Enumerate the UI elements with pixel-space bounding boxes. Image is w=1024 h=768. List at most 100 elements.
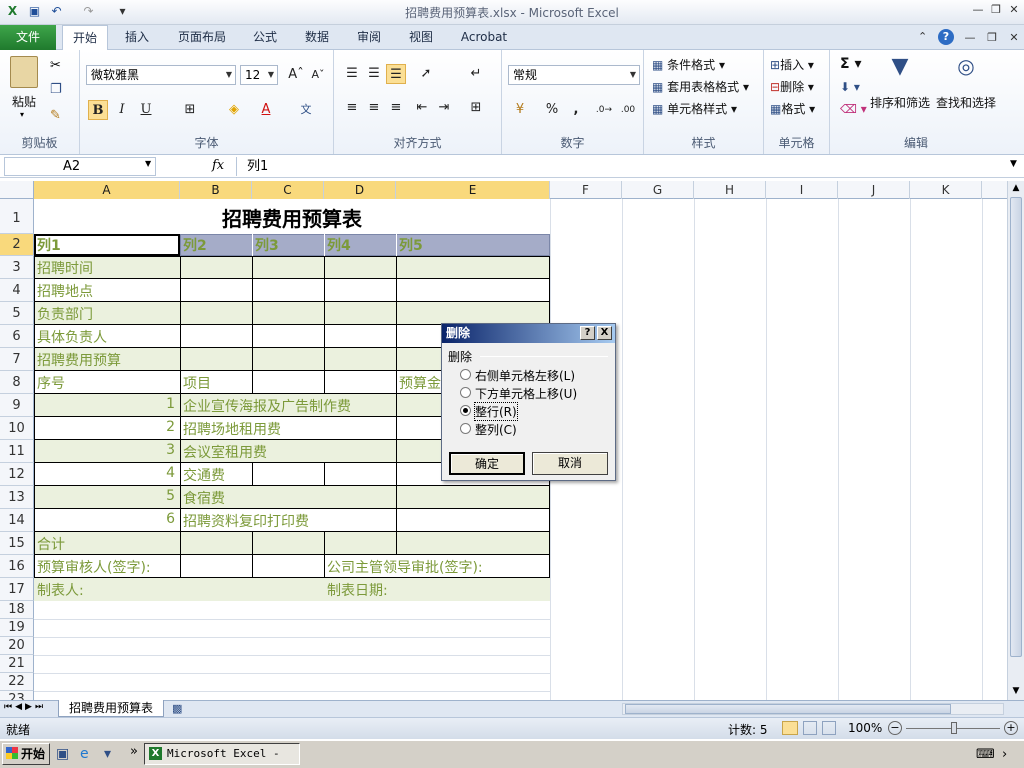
name-box-dropdown-icon[interactable]: ▼ <box>145 159 151 168</box>
item-name[interactable]: 食宿费 <box>180 488 225 508</box>
align-bottom-icon[interactable]: ☰ <box>386 64 406 84</box>
tab-insert[interactable]: 插入 <box>116 25 158 50</box>
label-cell[interactable]: 招聘时间 <box>34 258 93 278</box>
formula-input[interactable]: 列1 <box>236 157 1008 176</box>
grow-font-icon[interactable]: Aˆ <box>286 65 306 85</box>
label-cell[interactable]: 负责部门 <box>34 304 93 324</box>
collapse-ribbon-icon[interactable]: ⌃ <box>918 30 927 43</box>
merge-center-icon[interactable]: ⊞ <box>466 98 486 118</box>
wrap-text-icon[interactable]: ↵ <box>466 64 486 84</box>
help-icon[interactable]: ? <box>938 29 954 45</box>
decrease-indent-icon[interactable]: ⇤ <box>412 98 432 118</box>
restore-button[interactable]: ❐ <box>988 3 1004 17</box>
autosum-button[interactable]: Σ ▾ <box>840 56 861 72</box>
row-header[interactable]: 1 <box>0 199 34 234</box>
row-header[interactable]: 2 <box>0 234 34 256</box>
radio-label-shift-up[interactable]: 下方单元格上移(U) <box>475 385 577 402</box>
shrink-font-icon[interactable]: Aˇ <box>308 65 328 85</box>
scroll-down-icon[interactable]: ▼ <box>1009 684 1023 698</box>
row-header[interactable]: 7 <box>0 348 34 371</box>
row-header[interactable]: 16 <box>0 555 34 578</box>
label-cell[interactable]: 招聘地点 <box>34 281 93 301</box>
row-header[interactable]: 11 <box>0 440 34 463</box>
fill-color-icon[interactable]: ◈ <box>224 100 244 120</box>
tab-data[interactable]: 数据 <box>298 25 336 50</box>
row-header[interactable]: 22 <box>0 673 34 691</box>
tab-formulas[interactable]: 公式 <box>246 25 284 50</box>
header-cell[interactable]: 列3 <box>252 235 279 255</box>
page-break-view-icon[interactable] <box>822 721 836 735</box>
sheet-title[interactable]: 招聘费用预算表 <box>34 203 550 232</box>
row-header[interactable]: 23 <box>0 691 34 700</box>
page-layout-view-icon[interactable] <box>803 721 817 735</box>
item-number[interactable]: 2 <box>34 419 178 435</box>
item-number[interactable]: 6 <box>34 511 178 527</box>
orientation-icon[interactable]: ➚ <box>416 64 436 84</box>
underline-button[interactable]: U <box>136 100 156 120</box>
label-cell[interactable]: 具体负责人 <box>34 327 107 347</box>
header-cell[interactable]: 列4 <box>324 235 351 255</box>
bold-button[interactable]: B <box>88 100 108 120</box>
phonetic-icon[interactable]: 文 <box>296 100 316 120</box>
item-name[interactable]: 会议室租用费 <box>180 442 267 462</box>
horizontal-scrollbar[interactable] <box>622 703 1004 715</box>
total-label[interactable]: 合计 <box>34 534 65 554</box>
excel-task-button[interactable]: Microsoft Excel - ... <box>144 743 300 768</box>
item-name[interactable]: 企业宣传海报及广告制作费 <box>180 396 351 416</box>
increase-decimal-icon[interactable]: .0→ <box>594 100 614 120</box>
delete-cells-button[interactable]: ⊟删除 ▾ <box>770 78 814 95</box>
cancel-button[interactable]: 取消 <box>532 452 608 475</box>
column-header[interactable]: B <box>180 181 252 199</box>
row-header[interactable]: 15 <box>0 532 34 555</box>
border-icon[interactable]: ⊞ <box>180 100 200 120</box>
sort-filter-button[interactable]: 排序和筛选 <box>870 94 930 111</box>
row-header[interactable]: 8 <box>0 371 34 394</box>
radio-shift-left[interactable] <box>460 369 471 380</box>
align-top-icon[interactable]: ☰ <box>342 64 362 84</box>
row-header[interactable]: 18 <box>0 601 34 619</box>
wb-minimize-button[interactable]: — <box>962 31 978 45</box>
format-as-table-button[interactable]: ▦ 套用表格格式 ▾ <box>652 78 749 95</box>
font-size-select[interactable]: 12 ▼ <box>240 65 278 85</box>
comma-button[interactable]: , <box>566 100 586 120</box>
copy-icon[interactable]: ❐ <box>50 82 62 97</box>
clear-icon[interactable]: ⌫ ▾ <box>840 102 867 116</box>
radio-label-shift-left[interactable]: 右侧单元格左移(L) <box>475 367 575 384</box>
preparer-label[interactable]: 制表人: <box>34 580 84 600</box>
normal-view-icon[interactable] <box>782 721 798 735</box>
currency-icon[interactable]: ¥ <box>510 100 530 120</box>
row-header[interactable]: 10 <box>0 417 34 440</box>
budget-reviewer-label[interactable]: 预算审核人(签字): <box>34 557 151 577</box>
align-middle-icon[interactable]: ☰ <box>364 64 384 84</box>
header-cell[interactable]: 列1 <box>34 235 61 255</box>
item-number[interactable]: 3 <box>34 442 178 458</box>
increase-indent-icon[interactable]: ⇥ <box>434 98 454 118</box>
insert-function-icon[interactable]: fx <box>212 158 224 173</box>
sheet-tab-active[interactable]: 招聘费用预算表 <box>58 700 164 717</box>
font-color-icon[interactable]: A <box>256 100 276 120</box>
ok-button[interactable]: 确定 <box>449 452 525 475</box>
zoom-out-icon[interactable]: − <box>888 721 902 735</box>
approver-label[interactable]: 公司主管领导审批(签字): <box>324 557 483 577</box>
column-header[interactable]: I <box>766 181 838 199</box>
wb-close-button[interactable]: ✕ <box>1006 31 1022 45</box>
align-left-icon[interactable]: ≡ <box>342 98 362 118</box>
keyboard-icon[interactable]: ⌨ <box>976 747 995 762</box>
item-name[interactable]: 招聘场地租用费 <box>180 419 281 439</box>
font-name-select[interactable]: 微软雅黑 ▼ <box>86 65 236 85</box>
insert-cells-button[interactable]: ⊞插入 ▾ <box>770 56 814 73</box>
item-number[interactable]: 1 <box>34 396 178 412</box>
align-right-icon[interactable]: ≡ <box>386 98 406 118</box>
name-box[interactable]: A2 <box>4 157 156 176</box>
scroll-thumb[interactable] <box>1010 197 1022 657</box>
prepared-date-label[interactable]: 制表日期: <box>324 580 388 600</box>
column-header[interactable]: J <box>838 181 910 199</box>
row-header[interactable]: 17 <box>0 578 34 601</box>
align-center-icon[interactable]: ≡ <box>364 98 384 118</box>
header-cell[interactable]: 列2 <box>180 235 207 255</box>
row-header[interactable]: 21 <box>0 655 34 673</box>
tab-view[interactable]: 视图 <box>402 25 440 50</box>
vertical-scrollbar[interactable]: ▲ ▼ <box>1007 181 1024 700</box>
ie-icon[interactable]: e <box>80 746 89 762</box>
format-cells-button[interactable]: ▦格式 ▾ <box>770 100 815 117</box>
